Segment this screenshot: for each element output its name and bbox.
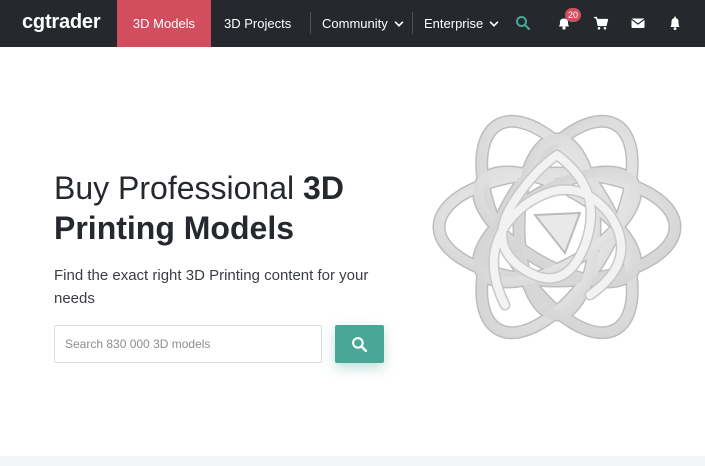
nav-enterprise[interactable]: Enterprise <box>424 0 499 47</box>
3d-printed-knot-sculpture <box>432 114 682 340</box>
cgtrader-logo[interactable]: cgtrader <box>22 9 101 35</box>
cart-icon[interactable] <box>593 15 609 31</box>
chevron-down-icon <box>394 20 404 27</box>
nav-community-label: Community <box>322 16 388 31</box>
nav-community[interactable]: Community <box>322 0 404 47</box>
bell-icon[interactable] <box>667 15 683 31</box>
nav-3d-projects[interactable]: 3D Projects <box>224 0 291 47</box>
nav-divider <box>412 12 413 34</box>
nav-3d-models[interactable]: 3D Models <box>117 0 211 47</box>
nav-3d-models-label: 3D Models <box>132 16 196 31</box>
search-icon[interactable] <box>515 15 531 31</box>
hero-title-regular: Buy Professional <box>54 170 304 206</box>
bottom-section-edge <box>0 456 705 466</box>
nav-3d-projects-label: 3D Projects <box>224 16 292 31</box>
search-button[interactable] <box>335 325 384 363</box>
search-icon <box>352 336 368 352</box>
top-navigation-bar: cgtrader 3D Models 3D Projects Community… <box>0 0 705 47</box>
nav-divider <box>310 12 311 34</box>
hero-title: Buy Professional 3D Printing Models <box>54 168 374 248</box>
nav-enterprise-label: Enterprise <box>424 16 484 31</box>
model-search-input[interactable] <box>54 325 322 363</box>
mail-icon[interactable] <box>630 15 646 31</box>
chevron-down-icon <box>489 20 499 27</box>
hero-subtitle: Find the exact right 3D Printing content… <box>54 267 369 307</box>
notification-count-badge: 20 <box>565 8 582 22</box>
